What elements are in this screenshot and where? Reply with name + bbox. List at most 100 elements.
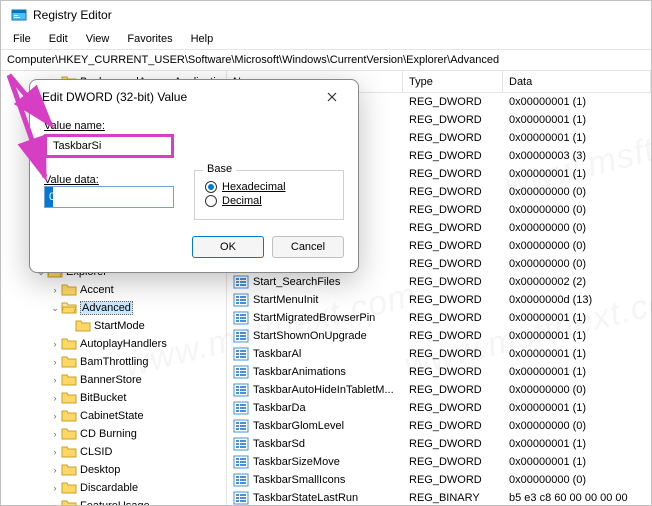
- chevron-icon[interactable]: ⌄: [49, 303, 61, 314]
- dialog-title: Edit DWORD (32-bit) Value: [42, 90, 187, 104]
- value-type: REG_BINARY: [403, 492, 503, 504]
- table-row[interactable]: TaskbarSizeMoveREG_DWORD0x00000001 (1): [227, 453, 651, 471]
- menu-file[interactable]: File: [5, 31, 39, 47]
- menu-favorites[interactable]: Favorites: [119, 31, 180, 47]
- table-row[interactable]: StartShownOnUpgradeREG_DWORD0x00000001 (…: [227, 327, 651, 345]
- table-row[interactable]: Start_SearchFilesREG_DWORD0x00000002 (2): [227, 273, 651, 291]
- table-row[interactable]: TaskbarStateLastRunREG_BINARYb5 e3 c8 60…: [227, 489, 651, 505]
- value-data: 0x00000001 (1): [503, 402, 586, 414]
- chevron-icon[interactable]: ›: [49, 339, 61, 349]
- value-data: 0x00000000 (0): [503, 384, 586, 396]
- value-name: TaskbarDa: [253, 402, 403, 414]
- table-row[interactable]: TaskbarAlREG_DWORD0x00000001 (1): [227, 345, 651, 363]
- edit-dword-dialog: Edit DWORD (32-bit) Value Value name: Ta…: [29, 79, 359, 273]
- chevron-icon[interactable]: ›: [49, 501, 61, 505]
- tree-item[interactable]: ›Desktop: [1, 461, 226, 479]
- folder-icon: [61, 301, 77, 315]
- menu-help[interactable]: Help: [183, 31, 222, 47]
- value-type: REG_DWORD: [403, 258, 503, 270]
- close-button[interactable]: [318, 86, 346, 108]
- tree-item[interactable]: ›Accent: [1, 281, 226, 299]
- value-data: 0x00000001 (1): [503, 456, 586, 468]
- radio-hexadecimal[interactable]: Hexadecimal: [205, 181, 333, 193]
- tree-item[interactable]: ⌄Advanced: [1, 299, 226, 317]
- tree-item[interactable]: ›BamThrottling: [1, 353, 226, 371]
- folder-icon: [61, 391, 77, 405]
- table-row[interactable]: StartMenuInitREG_DWORD0x0000000d (13): [227, 291, 651, 309]
- table-row[interactable]: TaskbarGlomLevelREG_DWORD0x00000000 (0): [227, 417, 651, 435]
- radio-dot-icon: [205, 195, 217, 207]
- chevron-icon[interactable]: ›: [49, 393, 61, 403]
- value-data: 0x00000001 (1): [503, 168, 586, 180]
- table-row[interactable]: TaskbarSdREG_DWORD0x00000001 (1): [227, 435, 651, 453]
- tree-item[interactable]: ›CabinetState: [1, 407, 226, 425]
- value-type: REG_DWORD: [403, 186, 503, 198]
- cancel-button[interactable]: Cancel: [272, 236, 344, 258]
- table-row[interactable]: TaskbarSmallIconsREG_DWORD0x00000000 (0): [227, 471, 651, 489]
- value-type: REG_DWORD: [403, 402, 503, 414]
- value-type: REG_DWORD: [403, 456, 503, 468]
- value-type: REG_DWORD: [403, 96, 503, 108]
- chevron-icon[interactable]: ›: [49, 483, 61, 493]
- menu-view[interactable]: View: [78, 31, 118, 47]
- address-bar[interactable]: Computer\HKEY_CURRENT_USER\Software\Micr…: [1, 49, 651, 71]
- value-name-field: TaskbarSi: [44, 134, 174, 158]
- radio-decimal[interactable]: Decimal: [205, 195, 333, 207]
- value-name: StartMenuInit: [253, 294, 403, 306]
- col-type[interactable]: Type: [403, 71, 503, 92]
- value-type: REG_DWORD: [403, 438, 503, 450]
- tree-item[interactable]: ›FeatureUsage: [1, 497, 226, 505]
- value-data: 0x00000001 (1): [503, 114, 586, 126]
- ok-button[interactable]: OK: [192, 236, 264, 258]
- table-row[interactable]: TaskbarAutoHideInTabletM...REG_DWORD0x00…: [227, 381, 651, 399]
- tree-item[interactable]: ›BannerStore: [1, 371, 226, 389]
- tree-item[interactable]: ›Discardable: [1, 479, 226, 497]
- value-type: REG_DWORD: [403, 474, 503, 486]
- tree-item[interactable]: ›AutoplayHandlers: [1, 335, 226, 353]
- value-type: REG_DWORD: [403, 420, 503, 432]
- chevron-icon[interactable]: ›: [49, 411, 61, 421]
- table-row[interactable]: TaskbarDaREG_DWORD0x00000001 (1): [227, 399, 651, 417]
- value-data: 0x0000000d (13): [503, 294, 592, 306]
- value-data: 0x00000001 (1): [503, 366, 586, 378]
- chevron-icon[interactable]: ›: [49, 357, 61, 367]
- value-type: REG_DWORD: [403, 150, 503, 162]
- value-type: REG_DWORD: [403, 348, 503, 360]
- value-data: 0x00000000 (0): [503, 186, 586, 198]
- chevron-icon[interactable]: ›: [49, 465, 61, 475]
- value-type: REG_DWORD: [403, 114, 503, 126]
- tree-item[interactable]: ›BitBucket: [1, 389, 226, 407]
- reg-value-icon: [233, 401, 249, 415]
- menu-edit[interactable]: Edit: [41, 31, 76, 47]
- tree-item[interactable]: StartMode: [1, 317, 226, 335]
- reg-value-icon: [233, 383, 249, 397]
- value-type: REG_DWORD: [403, 222, 503, 234]
- value-data: 0x00000001 (1): [503, 330, 586, 342]
- value-data: 0x00000003 (3): [503, 150, 586, 162]
- value-data-input[interactable]: [44, 186, 174, 208]
- value-type: REG_DWORD: [403, 240, 503, 252]
- col-data[interactable]: Data: [503, 71, 651, 92]
- value-type: REG_DWORD: [403, 276, 503, 288]
- chevron-icon[interactable]: ›: [49, 429, 61, 439]
- tree-item[interactable]: ›CD Burning: [1, 425, 226, 443]
- table-row[interactable]: TaskbarAnimationsREG_DWORD0x00000001 (1): [227, 363, 651, 381]
- value-data: 0x00000001 (1): [503, 348, 586, 360]
- table-row[interactable]: StartMigratedBrowserPinREG_DWORD0x000000…: [227, 309, 651, 327]
- value-name: TaskbarAl: [253, 348, 403, 360]
- value-name: TaskbarSd: [253, 438, 403, 450]
- tree-item[interactable]: ›CLSID: [1, 443, 226, 461]
- value-data: 0x00000000 (0): [503, 258, 586, 270]
- reg-value-icon: [233, 473, 249, 487]
- folder-icon: [61, 409, 77, 423]
- chevron-icon[interactable]: ›: [49, 285, 61, 295]
- value-data: 0x00000001 (1): [503, 438, 586, 450]
- close-icon: [327, 92, 337, 102]
- folder-icon: [61, 337, 77, 351]
- value-name: TaskbarSmallIcons: [253, 474, 403, 486]
- reg-value-icon: [233, 455, 249, 469]
- folder-icon: [61, 355, 77, 369]
- chevron-icon[interactable]: ›: [49, 447, 61, 457]
- value-name: StartMigratedBrowserPin: [253, 312, 403, 324]
- chevron-icon[interactable]: ›: [49, 375, 61, 385]
